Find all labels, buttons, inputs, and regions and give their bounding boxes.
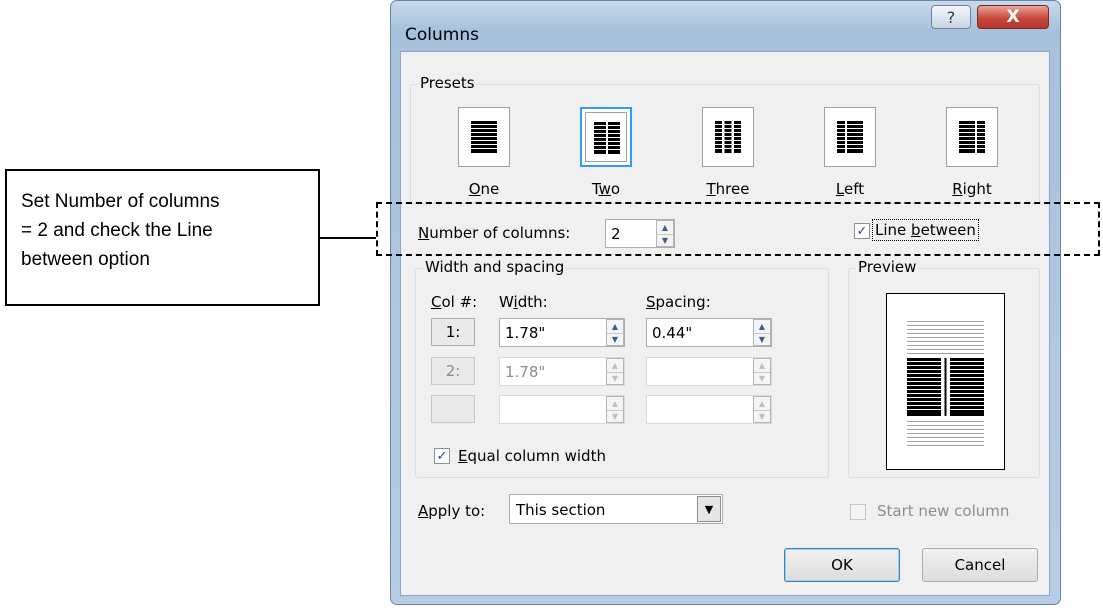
preset-right-label: Right bbox=[952, 180, 992, 198]
spin-down-icon[interactable]: ▼ bbox=[607, 333, 623, 346]
cancel-button[interactable]: Cancel bbox=[922, 548, 1038, 582]
start-new-column-label: Start new column bbox=[877, 502, 1010, 520]
one-column-icon bbox=[471, 121, 497, 153]
dialog-body: Presets One Two Three Left Right Number … bbox=[400, 51, 1050, 596]
preset-three-label: Three bbox=[706, 180, 750, 198]
dialog-title: Columns bbox=[405, 25, 479, 45]
col2-spacing-spinner: ▲ ▼ bbox=[753, 358, 771, 385]
col3-width-input: ▲ ▼ bbox=[499, 395, 625, 424]
preview-page bbox=[886, 293, 1005, 470]
three-column-icon bbox=[715, 121, 741, 153]
preview-two-columns-with-line-icon bbox=[907, 321, 984, 446]
col3-width-spinner: ▲ ▼ bbox=[606, 396, 624, 423]
close-icon: X bbox=[1006, 7, 1020, 27]
col1-spacing-spinner[interactable]: ▲ ▼ bbox=[753, 319, 771, 346]
col2-width-spinner: ▲ ▼ bbox=[606, 358, 624, 385]
callout-line: = 2 and check the Line bbox=[21, 220, 213, 241]
preset-left-button[interactable] bbox=[824, 107, 876, 167]
col2-width-input: 1.78" ▲ ▼ bbox=[499, 357, 625, 386]
preview-group-title: Preview bbox=[856, 258, 919, 276]
spin-down-icon: ▼ bbox=[758, 374, 766, 383]
preset-left-label: Left bbox=[835, 180, 865, 198]
apply-to-label: Apply to: bbox=[418, 502, 486, 520]
preset-right-button[interactable] bbox=[946, 107, 998, 167]
preset-one-label: One bbox=[468, 180, 500, 198]
left-column-icon bbox=[837, 121, 863, 153]
spin-up-icon: ▲ bbox=[607, 397, 623, 411]
start-new-column-checkbox bbox=[850, 504, 866, 520]
spin-up-icon: ▲ bbox=[754, 397, 770, 411]
presets-group-title: Presets bbox=[418, 74, 477, 92]
annotation-callout: Set Number of columns = 2 and check the … bbox=[5, 169, 320, 306]
spin-up-icon: ▲ bbox=[607, 359, 623, 373]
spin-down-icon: ▼ bbox=[611, 374, 619, 383]
two-column-icon bbox=[594, 122, 620, 154]
close-button[interactable]: X bbox=[977, 5, 1049, 29]
callout-line: between option bbox=[21, 249, 150, 270]
highlight-box bbox=[376, 202, 1100, 256]
col3-spacing-spinner: ▲ ▼ bbox=[753, 396, 771, 423]
preset-one-button[interactable] bbox=[458, 107, 510, 167]
callout-line: Set Number of columns bbox=[21, 191, 220, 212]
preset-two-label: Two bbox=[591, 180, 621, 198]
spin-up-icon[interactable]: ▲ bbox=[754, 320, 770, 334]
title-bar: Columns ? X bbox=[391, 1, 1060, 51]
equal-column-width-checkbox[interactable]: ✓ bbox=[434, 448, 450, 464]
spacing-header: Spacing: bbox=[646, 293, 711, 311]
preset-three-button[interactable] bbox=[702, 107, 754, 167]
ok-button[interactable]: OK bbox=[784, 548, 900, 582]
spin-down-icon[interactable]: ▼ bbox=[754, 333, 770, 346]
help-button[interactable]: ? bbox=[931, 5, 971, 29]
col3-spacing-input: ▲ ▼ bbox=[646, 395, 772, 424]
spin-down-icon: ▼ bbox=[611, 412, 619, 421]
col-number-header: Col #: bbox=[431, 293, 478, 311]
help-icon: ? bbox=[946, 7, 956, 27]
col-number-1: 1: bbox=[431, 318, 475, 346]
equal-column-width-label[interactable]: Equal column width bbox=[458, 447, 606, 465]
col-number-3 bbox=[431, 395, 475, 423]
spin-up-icon: ▲ bbox=[754, 359, 770, 373]
checkmark-icon: ✓ bbox=[436, 448, 448, 464]
callout-connector-line bbox=[320, 237, 376, 239]
spin-up-icon[interactable]: ▲ bbox=[607, 320, 623, 334]
spin-down-icon: ▼ bbox=[758, 412, 766, 421]
apply-to-select[interactable]: This section ▼ bbox=[509, 494, 723, 524]
preset-two-button[interactable] bbox=[580, 107, 632, 167]
col1-spacing-input[interactable]: 0.44" ▲ ▼ bbox=[646, 318, 772, 347]
col1-width-spinner[interactable]: ▲ ▼ bbox=[606, 319, 624, 346]
width-header: Width: bbox=[499, 293, 548, 311]
col2-spacing-input: ▲ ▼ bbox=[646, 357, 772, 386]
right-column-icon bbox=[959, 121, 985, 153]
col1-width-input[interactable]: 1.78" ▲ ▼ bbox=[499, 318, 625, 347]
dropdown-arrow-icon[interactable]: ▼ bbox=[697, 496, 721, 522]
width-spacing-group-title: Width and spacing bbox=[423, 258, 567, 276]
columns-dialog: Columns ? X Presets One Two Three Left R… bbox=[390, 0, 1061, 605]
col-number-2: 2: bbox=[431, 357, 475, 385]
